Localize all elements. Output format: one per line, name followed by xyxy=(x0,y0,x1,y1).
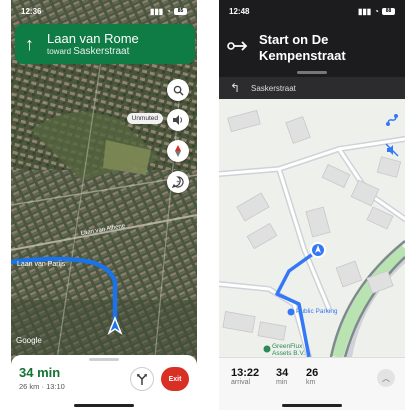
then-bar[interactable]: ↰ Saskerstraat xyxy=(219,77,405,99)
speaker-icon xyxy=(173,115,182,125)
compass-button[interactable] xyxy=(167,140,189,162)
home-indicator[interactable] xyxy=(282,404,342,407)
maneuver-instruction: Start on De Kempenstraat xyxy=(259,32,346,63)
search-button[interactable] xyxy=(167,79,189,101)
google-maps-screen: Laan van Parijs Laan van Athene 12:36 ▮▮… xyxy=(11,0,197,410)
alternate-routes-button[interactable] xyxy=(130,367,154,391)
expand-button[interactable]: ︿ xyxy=(377,369,395,387)
status-time: 12:48 xyxy=(229,6,250,16)
signal-icon: ▮▮▮ xyxy=(357,6,372,16)
report-button[interactable]: + xyxy=(167,171,189,193)
trip-stats-bar[interactable]: 13:22 arrival 34 min 26 km ︿ xyxy=(219,357,405,410)
straight-arrow-icon: ↑ xyxy=(25,33,34,54)
turn-instruction-card[interactable]: ↑ Laan van Rome toward Saskerstraat xyxy=(15,24,195,64)
poi-public-parking[interactable]: Public Parking xyxy=(296,308,338,315)
trip-summary-card[interactable]: 34 min 26 km · 13:10 Exit xyxy=(11,355,197,410)
apple-maps-screen: 12:48 ▮▮▮ ◔ 88 Start on De Kempenstraat … xyxy=(219,0,405,410)
chevron-up-icon: ︿ xyxy=(382,373,390,383)
next-street-name: Laan van Rome xyxy=(47,31,139,46)
minutes-stat: 34 min xyxy=(276,367,288,386)
wifi-icon: ◔ xyxy=(166,6,171,16)
charging-pin-icon xyxy=(263,345,271,353)
then-street: Saskerstraat xyxy=(251,83,296,93)
battery-icon: 88 xyxy=(382,7,395,15)
status-bar: 12:48 ▮▮▮ ◔ 88 xyxy=(219,0,405,22)
trip-details: 26 km · 13:10 xyxy=(19,382,65,391)
wifi-icon: ◔ xyxy=(374,6,379,16)
toward-label: toward xyxy=(47,47,72,56)
unmuted-label: Unmuted xyxy=(126,113,163,124)
parking-pin-icon xyxy=(287,308,295,316)
battery-icon: 85 xyxy=(174,7,187,15)
status-bar: 12:36 ▮▮▮ ◔ 85 xyxy=(11,0,197,22)
poi-greenflux-line2[interactable]: Assets B.V. xyxy=(272,350,305,357)
distance-label: km xyxy=(306,379,316,386)
drag-handle[interactable] xyxy=(297,71,327,74)
fork-route-icon xyxy=(137,374,147,385)
svg-text:+: + xyxy=(176,180,180,186)
turn-left-icon: ↰ xyxy=(229,81,241,95)
vector-map[interactable]: Public Parking GreenFlux Assets B.V. xyxy=(219,99,405,357)
minutes-value: 34 xyxy=(276,367,289,379)
distance-value: 26 xyxy=(306,367,319,379)
search-icon xyxy=(173,85,184,96)
arrival-stat: 13:22 arrival xyxy=(231,367,259,386)
poi-greenflux-line1[interactable]: GreenFlux xyxy=(272,343,302,350)
eta-duration: 34 min xyxy=(19,365,61,380)
exit-button[interactable]: Exit xyxy=(161,367,189,391)
compass-icon xyxy=(175,145,181,157)
street-label-parijs: Laan van Parijs xyxy=(17,261,66,268)
mute-button[interactable] xyxy=(383,141,401,159)
speaker-muted-icon xyxy=(385,143,399,157)
signal-icon: ▮▮▮ xyxy=(149,6,164,16)
distance-stat: 26 km xyxy=(306,367,318,386)
route-overview-button[interactable] xyxy=(383,111,401,129)
drag-handle[interactable] xyxy=(89,358,119,361)
maneuver-banner[interactable]: Start on De Kempenstraat xyxy=(219,22,405,77)
arrival-label: arrival xyxy=(231,379,251,386)
sound-button[interactable] xyxy=(167,109,189,131)
toward-street: Saskerstraat xyxy=(73,46,130,57)
route-overview-icon xyxy=(386,114,398,126)
minutes-label: min xyxy=(276,379,288,386)
status-time: 12:36 xyxy=(21,6,42,16)
start-arrow-icon xyxy=(227,41,248,51)
home-indicator[interactable] xyxy=(74,404,134,407)
arrival-value: 13:22 xyxy=(231,367,260,379)
google-logo: Google xyxy=(16,336,42,345)
report-icon: + xyxy=(172,176,184,188)
